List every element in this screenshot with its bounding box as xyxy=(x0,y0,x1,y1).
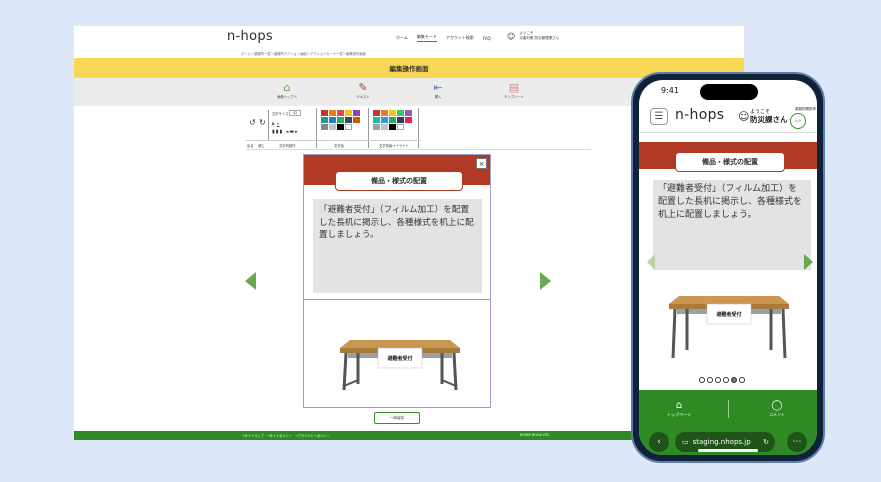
user-icon: ☺ xyxy=(738,110,750,123)
action-card-modal: × 備品・様式の配置 「避難者受付」（フィルム加工）を配置した長机に掲示し、各種… xyxy=(303,154,491,408)
nav-edit-mode[interactable]: 編集モード xyxy=(416,34,437,42)
nav-faq[interactable]: FAQ xyxy=(483,36,491,41)
smartphone-frame: 9:41 ☰ n-hops ☺ ようこそ 防災課さん 避難所開設率 0/0 備品… xyxy=(631,72,825,463)
phone-screen: 9:41 ☰ n-hops ☺ ようこそ 防災課さん 避難所開設率 0/0 備品… xyxy=(639,80,817,455)
home-indicator xyxy=(698,449,758,452)
page-title-bar: 編集操作画面 xyxy=(74,58,744,78)
redo-label: 進む xyxy=(258,144,265,148)
footer-links[interactable]: →サイトマップ →サイトポリシー →プライバシーポリシー xyxy=(242,433,330,438)
bold-button[interactable]: B xyxy=(272,122,275,126)
page-title: 編集操作画面 xyxy=(389,65,429,73)
nav-home[interactable]: ホーム xyxy=(396,35,408,41)
slide-dot[interactable] xyxy=(715,377,721,383)
highlight-color-swatches[interactable] xyxy=(373,110,412,130)
underline-button[interactable]: U xyxy=(277,122,279,126)
slide-dot[interactable] xyxy=(739,377,745,383)
menu-icon[interactable]: ☰ xyxy=(650,108,668,125)
card-title: 備品・様式の配置 xyxy=(675,152,785,172)
next-arrow[interactable] xyxy=(804,254,813,270)
divider xyxy=(639,132,817,133)
sign-label: 避難者受付 xyxy=(386,355,412,362)
dynamic-island xyxy=(700,84,758,100)
save-draft-button[interactable]: 一時保存 xyxy=(374,412,420,424)
toolbar-label: 挿入 xyxy=(434,95,442,99)
sign-label: 避難者受付 xyxy=(715,311,741,318)
nav-label: トップページ xyxy=(667,412,691,417)
insert-icon: ⇤ xyxy=(433,81,443,94)
toolbar-template-button[interactable]: ▤ テンプレート xyxy=(494,81,534,99)
divider xyxy=(246,140,421,141)
opening-rate-label: 避難所開設率 xyxy=(795,107,816,111)
slide-dot[interactable] xyxy=(723,377,729,383)
status-time: 9:41 xyxy=(661,86,679,95)
divider xyxy=(368,108,369,148)
text-format-label: 文字列操作 xyxy=(279,144,296,148)
slide-dot[interactable] xyxy=(699,377,705,383)
modal-body-text[interactable]: 「避難者受付」（フィルム加工）を配置した長机に掲示し、各種様式を机上に配置しまし… xyxy=(313,199,482,293)
close-icon[interactable]: × xyxy=(476,158,487,169)
nav-comment[interactable]: ◯ コメント xyxy=(737,400,817,418)
back-icon[interactable]: ‹ xyxy=(649,432,669,452)
bottom-bar: ⌂ トップページ ◯ コメント ‹ ▭ staging.nhops.jp ↻ ⋯ xyxy=(639,390,817,455)
toolbar-image-top-button[interactable]: ⌂ 画像トップへ xyxy=(267,81,307,99)
site-logo[interactable]: n-hops xyxy=(227,29,273,44)
divider xyxy=(268,110,269,140)
redo-icon[interactable]: ↻ xyxy=(259,118,266,127)
slide-indicator[interactable] xyxy=(699,377,745,383)
phone-user[interactable]: ようこそ 防災課さん xyxy=(750,108,788,125)
undo-icon[interactable]: ↺ xyxy=(249,118,256,127)
tabs-icon: ▭ xyxy=(682,438,689,446)
toolbar-label: テキスト xyxy=(356,95,370,99)
more-icon[interactable]: ⋯ xyxy=(787,432,807,452)
toolbar-label: 画像トップへ xyxy=(277,95,297,99)
nav-label: コメント xyxy=(769,412,785,417)
document-icon: ▤ xyxy=(508,81,520,94)
divider xyxy=(418,108,419,148)
user-icon: ☺ xyxy=(507,31,516,41)
modal-title: 備品・様式の配置 xyxy=(335,171,463,191)
font-size-label: 文字サイズ xyxy=(272,112,289,116)
highlight-label: 文字背景ハイライト xyxy=(379,144,409,148)
font-size-input[interactable]: 42 xyxy=(289,110,302,116)
user-name: 防災課さん xyxy=(750,115,788,124)
divider xyxy=(316,108,317,148)
user-name: 災害対策 防災管理課さん xyxy=(519,36,559,40)
opening-rate-badge: 0/0 xyxy=(790,113,806,129)
main-nav: ホーム 編集モード アカウント検索 FAQ xyxy=(396,34,491,42)
slide-dot[interactable] xyxy=(707,377,713,383)
url-text: staging.nhops.jp xyxy=(692,438,751,446)
nav-account-search[interactable]: アカウント検索 xyxy=(446,35,474,41)
toolbar-text-button[interactable]: ✎ テキスト xyxy=(343,81,383,99)
previous-arrow[interactable] xyxy=(647,254,655,270)
user-menu[interactable]: ☺ ようこそ 災害対策 防災管理課さん xyxy=(507,31,559,41)
format-panel: ↺ ↻ 文字サイズ 42 B U ▮▮▮ ◂▬▸ 戻る 進む 文字列操作 文字色… xyxy=(246,106,591,150)
toolbar-label: テンプレート xyxy=(504,95,524,99)
pencil-icon: ✎ xyxy=(358,81,368,94)
divider xyxy=(728,400,729,418)
nav-top-page[interactable]: ⌂ トップページ xyxy=(639,400,719,418)
undo-label: 戻る xyxy=(247,144,254,148)
reload-icon[interactable]: ↻ xyxy=(763,438,769,446)
toolbar-insert-button[interactable]: ⇤ 挿入 xyxy=(418,81,458,99)
next-arrow[interactable] xyxy=(540,272,551,290)
comment-icon: ◯ xyxy=(771,400,783,411)
card-body-text: 「避難者受付」（フィルム加工）を配置した長机に掲示し、各種様式を机上に配置しまし… xyxy=(653,180,811,270)
previous-arrow[interactable] xyxy=(245,272,256,290)
text-color-label: 文字色 xyxy=(334,144,344,148)
phone-logo[interactable]: n-hops xyxy=(675,107,724,123)
text-color-swatches[interactable] xyxy=(321,110,360,130)
home-icon: ⌂ xyxy=(283,81,291,94)
home-icon: ⌂ xyxy=(675,400,683,411)
text-align-icons[interactable]: ▮▮▮ ◂▬▸ xyxy=(272,129,299,135)
breadcrumb: ホーム＞避難所一覧＞避難所アクション画面＞アクションカード一覧＞編集操作画面 xyxy=(241,52,366,56)
slide-dot[interactable] xyxy=(731,377,737,383)
copyright: NOHMI BOSAI LTD. xyxy=(520,433,550,437)
desk-illustration: 避難者受付 xyxy=(647,288,809,372)
desk-illustration: 避難者受付 xyxy=(304,299,490,407)
